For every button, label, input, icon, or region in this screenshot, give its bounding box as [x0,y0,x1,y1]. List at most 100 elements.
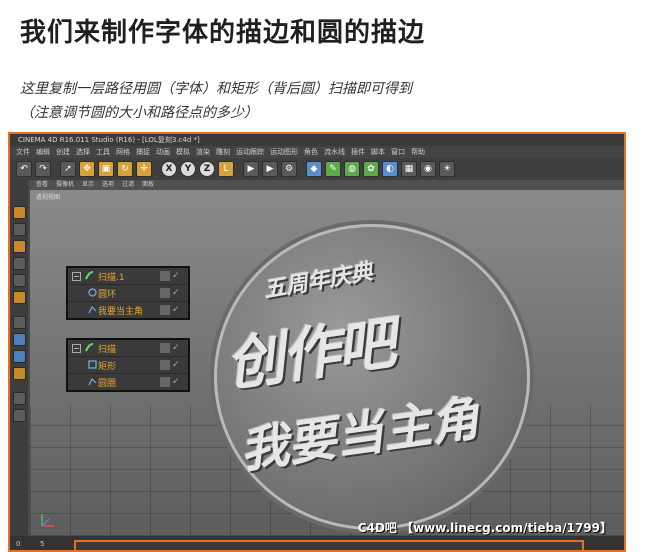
coin-text-create: 创作吧 [221,308,398,400]
coin-model[interactable]: 五周年庆典 创作吧 我要当主角 [214,224,530,530]
z-axis-icon[interactable]: Z [199,161,215,177]
menu-item-snap[interactable]: 捕捉 [136,146,150,158]
view-menu-camera[interactable]: 摄像机 [56,180,74,190]
object-name-sweep-1: 扫描.1 [98,272,125,283]
menu-item-help[interactable]: 帮助 [411,146,425,158]
array-icon[interactable]: ✿ [363,161,379,177]
object-name-rectangle: 矩形 [98,361,117,372]
pen-icon[interactable]: ✎ [325,161,341,177]
view-menu-panel[interactable]: 面板 [142,180,154,190]
sweep-icon [85,343,94,352]
object-row[interactable]: 圆环 ✓ [68,285,188,302]
menu-item-motion-tracker[interactable]: 运动跟踪 [236,146,264,158]
menu-item-sculpt[interactable]: 雕刻 [216,146,230,158]
menu-item-character[interactable]: 角色 [304,146,318,158]
select-arrow-icon[interactable]: ➚ [60,161,76,177]
axis-gizmo-icon [41,514,54,527]
object-row[interactable]: 扫描 ✓ [68,340,188,357]
visibility-toggles[interactable]: ✓ [160,288,184,298]
viewport-menu: 查看 摄像机 显示 选项 过滤 面板 [30,180,624,190]
spline-icon [88,377,97,386]
menu-bar: 文件 编辑 创建 选择 工具 网格 捕捉 动画 模拟 渲染 雕刻 运动跟踪 运动… [10,146,624,158]
texture-mode-icon[interactable] [12,223,26,236]
menu-item-window[interactable]: 窗口 [391,146,405,158]
view-menu-options[interactable]: 选项 [102,180,114,190]
redo-icon[interactable]: ↷ [35,161,51,177]
viewport-label: 透视视图 [36,194,61,201]
sweep-icon [85,271,94,280]
expand-icon[interactable] [72,344,81,353]
rectangle-icon [88,360,97,369]
menu-item-edit[interactable]: 编辑 [36,146,50,158]
solo-icon[interactable] [12,392,26,405]
y-axis-icon[interactable]: Y [180,161,196,177]
menu-item-create[interactable]: 创建 [56,146,70,158]
recent-tools-icon[interactable]: ✛ [136,161,152,177]
deformer-icon[interactable]: ◐ [382,161,398,177]
description-line-2: （注意调节圆的大小和路径点的多少） [20,105,258,121]
model-mode-icon[interactable] [12,206,26,219]
light-icon[interactable]: ☀ [439,161,455,177]
left-toolbar [10,180,28,536]
coin-text-anniversary: 五周年庆典 [262,259,375,304]
camera-icon[interactable]: ◉ [420,161,436,177]
visibility-toggles[interactable]: ✓ [160,343,184,353]
workplane-icon[interactable] [12,240,26,253]
view-menu-view[interactable]: 查看 [36,180,48,190]
render-picture-viewer-icon[interactable]: ▶ [262,161,278,177]
object-row[interactable]: 矩形 ✓ [68,357,188,374]
subdivision-icon[interactable]: ◍ [344,161,360,177]
menu-item-script[interactable]: 脚本 [371,146,385,158]
visibility-toggles[interactable]: ✓ [160,377,184,387]
object-row[interactable]: 我要当主角 ✓ [68,302,188,318]
axis-mode-icon[interactable] [12,316,26,329]
expand-icon[interactable] [72,272,81,281]
menu-item-render[interactable]: 渲染 [196,146,210,158]
visibility-toggles[interactable]: ✓ [160,271,184,281]
page-title: 我们来制作字体的描边和圆的描边 [20,18,426,48]
move-icon[interactable]: ✥ [79,161,95,177]
edges-mode-icon[interactable] [12,274,26,287]
object-row[interactable]: 圆圈 ✓ [68,374,188,390]
frame-current: 5 [40,540,45,548]
cube-icon[interactable]: ◆ [306,161,322,177]
spline-icon [88,305,97,314]
menu-item-mesh[interactable]: 网格 [116,146,130,158]
undo-icon[interactable]: ↶ [16,161,32,177]
x-axis-icon[interactable]: X [161,161,177,177]
snap-icon[interactable] [12,333,26,346]
render-view-icon[interactable]: ▶ [243,161,259,177]
menu-item-plugins[interactable]: 插件 [351,146,365,158]
menu-item-simulate[interactable]: 模拟 [176,146,190,158]
quantize-icon[interactable] [12,350,26,363]
menu-item-file[interactable]: 文件 [16,146,30,158]
menu-item-tools[interactable]: 工具 [96,146,110,158]
visibility-toggles[interactable]: ✓ [160,360,184,370]
main-toolbar: ↶ ↷ ➚ ✥ ▣ ↻ ✛ X Y Z L ▶ ▶ ⚙ ◆ ✎ ◍ ✿ ◐ ▦ … [10,158,624,180]
rotate-icon[interactable]: ↻ [117,161,133,177]
timeline-slider[interactable] [74,540,584,550]
menu-item-animate[interactable]: 动画 [156,146,170,158]
object-name-sweep: 扫描 [98,344,117,355]
render-settings-icon[interactable]: ⚙ [281,161,297,177]
points-mode-icon[interactable] [12,257,26,270]
view-menu-filter[interactable]: 过滤 [122,180,134,190]
watermark: C4D吧 【www.linecg.com/tieba/1799】 [357,521,612,535]
menu-item-mograph[interactable]: 运动图形 [270,146,298,158]
polygons-mode-icon[interactable] [12,291,26,304]
scale-icon[interactable]: ▣ [98,161,114,177]
object-panel-sweep-1: 扫描.1 ✓ 圆环 ✓ 我要当主角 ✓ [66,266,190,320]
soft-selection-icon[interactable] [12,409,26,422]
visibility-toggles[interactable]: ✓ [160,305,184,315]
menu-item-select[interactable]: 选择 [76,146,90,158]
coordinate-system-icon[interactable]: L [218,161,234,177]
view-menu-display[interactable]: 显示 [82,180,94,190]
description-line-1: 这里复制一层路径用圆（字体）和矩形（背后圆）扫描即可得到 [20,81,412,97]
lock-workplane-icon[interactable] [12,367,26,380]
circle-icon [88,288,97,297]
window-title: CINEMA 4D R16.011 Studio (R16) - [LOL复刻3… [10,134,624,146]
floor-icon[interactable]: ▦ [401,161,417,177]
object-name-text-spline: 我要当主角 [98,306,144,317]
menu-item-pipeline[interactable]: 流水线 [324,146,345,158]
object-row[interactable]: 扫描.1 ✓ [68,268,188,285]
